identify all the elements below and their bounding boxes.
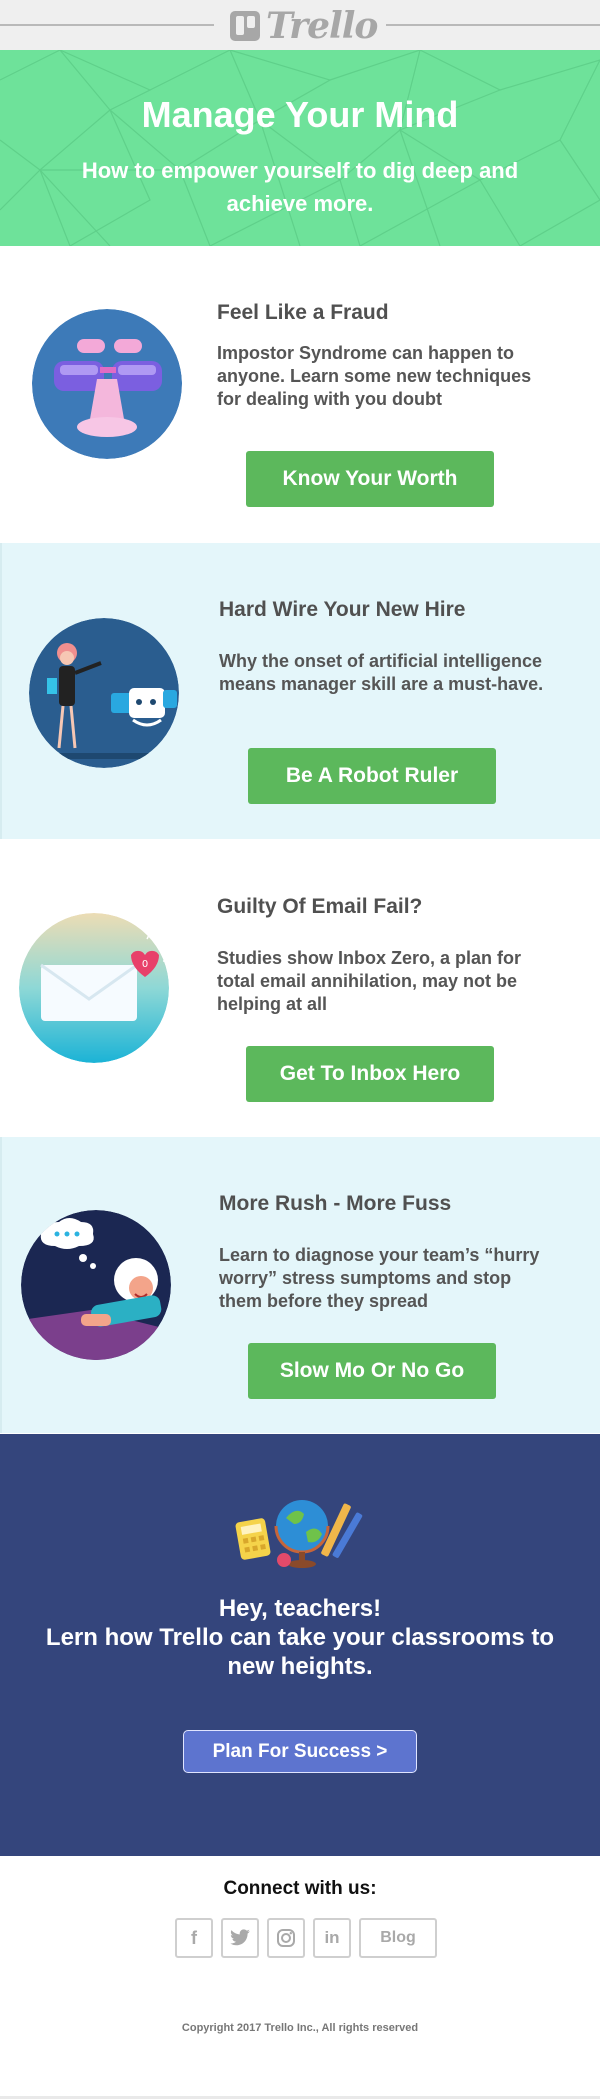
- blog-link[interactable]: Blog: [359, 1918, 437, 1958]
- connect-heading: Connect with us:: [223, 1878, 377, 1899]
- header-divider-left: [0, 24, 214, 26]
- article-description: Studies show Inbox Zero, a plan for tota…: [217, 948, 522, 1014]
- article-block-impostor: Feel Like a Fraud Impostor Syndrome can …: [0, 246, 600, 542]
- article-description: Learn to diagnose your team’s “hurry wor…: [219, 1245, 540, 1311]
- logo-text: Trello: [266, 5, 378, 47]
- article-title: Guilty Of Email Fail?: [217, 895, 423, 918]
- article-block-new-hire: Hard Wire Your New Hire Why the onset of…: [0, 543, 600, 839]
- article-block-rush: More Rush - More Fuss Learn to diagnose …: [0, 1137, 600, 1433]
- disguise-illustration: [32, 309, 182, 459]
- hero-banner: Manage Your Mind How to empower yourself…: [0, 50, 600, 246]
- teachers-section: Hey, teachers! Lern how Trello can take …: [0, 1434, 600, 1856]
- stressed-worker-illustration: [21, 1210, 171, 1360]
- get-to-inbox-hero-button[interactable]: Get To Inbox Hero: [246, 1046, 494, 1102]
- trello-logo[interactable]: Trello: [230, 5, 378, 47]
- plan-for-success-button[interactable]: Plan For Success >: [183, 1730, 417, 1773]
- article-description: Impostor Syndrome can happen to anyone. …: [217, 343, 532, 409]
- trello-board-icon: [230, 11, 260, 41]
- facebook-icon[interactable]: f: [175, 1918, 213, 1958]
- instagram-icon[interactable]: [267, 1918, 305, 1958]
- article-title: More Rush - More Fuss: [219, 1192, 452, 1215]
- school-supplies-icon: [235, 1500, 363, 1568]
- article-block-email: 0 Guilty Of Email Fail? Studies show Inb…: [0, 840, 600, 1136]
- teachers-heading: Hey, teachers! Lern how Trello can take …: [45, 1595, 555, 1680]
- robot-presentation-illustration: [29, 618, 179, 768]
- hero-title: Manage Your Mind: [141, 94, 459, 135]
- header-divider-right: [386, 24, 600, 26]
- hero-subtitle: How to empower yourself to dig deep and …: [81, 158, 519, 216]
- twitter-icon[interactable]: [221, 1918, 259, 1958]
- blog-label: Blog: [380, 1929, 416, 1946]
- envelope-illustration: 0: [19, 913, 169, 1063]
- facebook-glyph: f: [191, 1927, 197, 1948]
- linkedin-glyph: in: [324, 1928, 340, 1947]
- article-description: Why the onset of artificial intelligence…: [219, 651, 544, 694]
- svg-text:0: 0: [142, 959, 148, 970]
- be-a-robot-ruler-button[interactable]: Be A Robot Ruler: [248, 748, 496, 804]
- header-bar: Trello: [0, 0, 600, 50]
- article-title: Feel Like a Fraud: [217, 301, 389, 324]
- slow-mo-or-no-go-button[interactable]: Slow Mo Or No Go: [248, 1343, 496, 1399]
- article-title: Hard Wire Your New Hire: [219, 598, 466, 621]
- instagram-camera-glyph: [277, 1929, 295, 1947]
- linkedin-icon[interactable]: in: [313, 1918, 351, 1958]
- copyright-text: Copyright 2017 Trello Inc., All rights r…: [181, 2022, 419, 2034]
- twitter-bird-glyph: [230, 1929, 250, 1946]
- know-your-worth-button[interactable]: Know Your Worth: [246, 451, 494, 507]
